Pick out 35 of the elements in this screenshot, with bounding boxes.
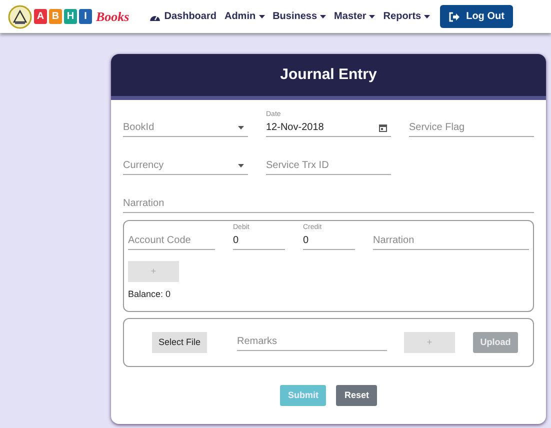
caret-icon <box>424 14 430 18</box>
reset-button[interactable]: Reset <box>336 385 377 406</box>
input-field[interactable]: Account Code <box>128 232 211 249</box>
select-file-button[interactable]: Select File <box>152 332 207 353</box>
nav-link[interactable]: Business <box>272 9 326 24</box>
logo-letter: H <box>64 9 77 24</box>
logo-letter: I <box>79 9 92 24</box>
logo-letter: A <box>34 9 47 24</box>
nav-link[interactable]: Master <box>334 9 376 24</box>
nav-link[interactable]: Admin <box>224 9 265 24</box>
logo-wordmark: Books <box>96 8 130 26</box>
caret-icon <box>238 164 244 168</box>
input-field[interactable]: Service Trx ID <box>266 157 387 174</box>
dropdown-field[interactable]: BookId <box>123 119 238 136</box>
caret-icon <box>369 14 376 18</box>
dropdown-field[interactable]: Currency <box>123 157 238 174</box>
input-field[interactable]: 0 <box>233 232 281 249</box>
input-field[interactable]: Remarks <box>237 333 383 350</box>
sign-out-icon <box>449 12 460 22</box>
caret-icon <box>258 14 265 18</box>
input-field[interactable]: 0 <box>303 232 351 249</box>
nav-link[interactable]: Reports <box>383 9 430 24</box>
caret-icon <box>320 14 326 18</box>
balance-text: Balance: 0 <box>128 288 172 301</box>
date-field[interactable]: 12-Nov-2018 <box>266 119 379 136</box>
calendar-icon <box>379 124 387 132</box>
input-field[interactable]: Narration <box>373 232 525 249</box>
caret-icon <box>238 126 244 130</box>
input-field[interactable]: Service Flag <box>409 119 530 136</box>
input-field[interactable]: Narration <box>123 195 530 212</box>
nav-link[interactable]: Dashboard <box>149 9 216 24</box>
logo-letter: B <box>49 9 62 24</box>
logout-button[interactable]: Log Out <box>440 5 514 28</box>
emblem-icon <box>8 4 32 28</box>
card-title: Journal Entry <box>280 64 377 85</box>
